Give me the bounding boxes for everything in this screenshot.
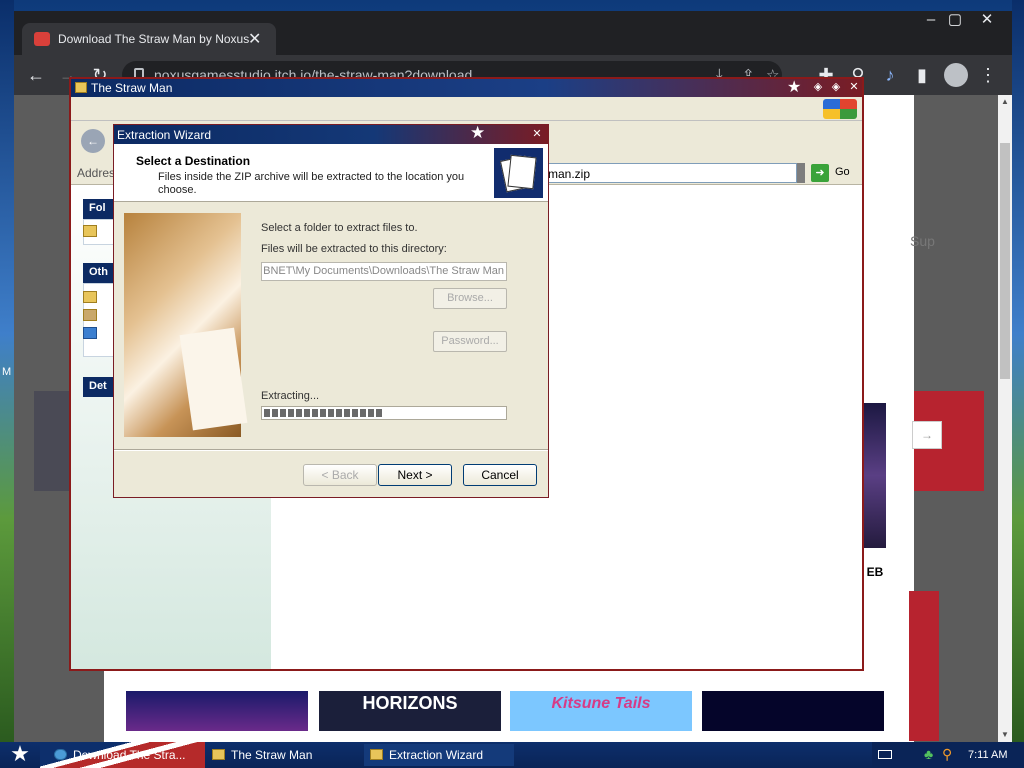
window-close-icon[interactable]: ✕: [972, 11, 1002, 29]
wizard-image-paper: [179, 327, 248, 431]
maximize-icon[interactable]: ▢: [940, 11, 970, 29]
taskbox-header[interactable]: Det: [83, 377, 115, 397]
page-next-arrow-icon[interactable]: →: [912, 421, 942, 449]
wizard-heading: Select a Destination: [136, 154, 251, 168]
directory-label: Files will be extracted to this director…: [261, 243, 447, 255]
page-scrollbar[interactable]: ▲ ▼: [998, 95, 1012, 742]
wizard-header: Select a Destination Files inside the ZI…: [114, 144, 548, 202]
system-tray: ♣ ⚲ 7:11 AM: [872, 742, 1024, 768]
network-icon[interactable]: [83, 327, 97, 339]
folder-icon[interactable]: [83, 291, 97, 303]
scroll-up-arrow-icon[interactable]: ▲: [998, 95, 1012, 109]
start-star-icon[interactable]: ★: [0, 742, 40, 768]
game-card[interactable]: [126, 691, 308, 731]
page-badge: EB: [860, 563, 890, 581]
extraction-progress-bar: [261, 406, 507, 420]
browser-tab[interactable]: Download The Straw Man by Noxus ✕: [22, 23, 276, 55]
tab-title: Download The Straw Man by Noxus: [58, 32, 250, 46]
go-button[interactable]: Go: [835, 166, 850, 178]
tab-strip: Download The Straw Man by Noxus ✕ – ▢ ✕: [14, 11, 1012, 55]
game-cover-image[interactable]: [862, 403, 886, 548]
folder-icon: [75, 82, 87, 93]
maximize-icon[interactable]: ◈: [829, 80, 843, 94]
instruction-text: Select a folder to extract files to.: [261, 222, 418, 234]
folder-icon[interactable]: [83, 225, 97, 237]
folder-icon: [212, 749, 225, 760]
page-snippet-text: Sup: [910, 233, 935, 249]
wizard-title: Extraction Wizard: [117, 128, 212, 142]
password-button[interactable]: Password...: [433, 331, 507, 352]
cancel-button[interactable]: Cancel: [463, 464, 537, 486]
scroll-down-arrow-icon[interactable]: ▼: [998, 728, 1012, 742]
extraction-wizard-dialog: Extraction Wizard ★ ✕ Select a Destinati…: [113, 123, 549, 498]
network-tray-icon[interactable]: ♣: [924, 746, 933, 762]
back-icon[interactable]: ←: [81, 129, 105, 153]
back-button[interactable]: < Back: [303, 464, 377, 486]
next-button[interactable]: Next >: [378, 464, 452, 486]
itch-favicon-icon: [34, 32, 50, 46]
menu-kebab-icon[interactable]: ⋮: [976, 63, 1000, 87]
game-card[interactable]: [702, 691, 884, 731]
browse-button[interactable]: Browse...: [433, 288, 507, 309]
taskbar-item-browser[interactable]: Download The Stra...: [48, 744, 198, 766]
desktop-edge-letter: M: [2, 366, 12, 378]
folder-icon: [370, 749, 383, 760]
progress-fill: [264, 409, 384, 417]
taskbar: ★ Download The Stra... The Straw Man Ext…: [0, 742, 1024, 768]
profile-avatar-icon[interactable]: [944, 63, 968, 87]
page-accent-block: [909, 591, 939, 741]
side-panel-icon[interactable]: ▮: [910, 63, 934, 87]
star-icon: ★: [470, 123, 486, 142]
back-arrow-icon[interactable]: ←: [24, 63, 48, 87]
explorer-titlebar[interactable]: The Straw Man ★ ◈ ◈ ✕: [71, 79, 862, 97]
desktop-edge-right: [1012, 0, 1024, 742]
tab-close-icon[interactable]: ✕: [248, 29, 261, 49]
go-arrow-icon[interactable]: ➜: [811, 164, 829, 182]
explorer-title: The Straw Man: [91, 81, 173, 95]
browser-icon: [54, 749, 67, 760]
windows-logo-icon: [823, 99, 857, 119]
zip-folder-icon: [494, 148, 543, 198]
extracting-status: Extracting...: [261, 390, 320, 402]
address-input[interactable]: man.zip: [541, 163, 797, 183]
close-icon[interactable]: ✕: [530, 127, 544, 141]
scrollbar-thumb[interactable]: [1000, 143, 1010, 379]
wizard-subheading: Files inside the ZIP archive will be ext…: [158, 171, 465, 196]
minimize-icon[interactable]: ◈: [811, 80, 825, 94]
star-icon: ★: [787, 79, 802, 96]
taskbox-header[interactable]: Fol: [83, 199, 115, 219]
zip-folder-icon-page: [507, 154, 537, 190]
taskbar-item-extraction-wizard[interactable]: Extraction Wizard: [364, 744, 514, 766]
close-icon[interactable]: ✕: [847, 80, 861, 94]
address-dropdown[interactable]: [797, 163, 805, 183]
destination-field[interactable]: BNET\My Documents\Downloads\The Straw Ma…: [261, 262, 507, 281]
wizard-titlebar[interactable]: Extraction Wizard ★ ✕: [114, 123, 548, 144]
media-note-icon[interactable]: ♪: [878, 63, 902, 87]
taskbar-item-straw-man[interactable]: The Straw Man: [206, 744, 356, 766]
documents-icon[interactable]: [83, 309, 97, 321]
explorer-menubar: [71, 97, 862, 121]
clock[interactable]: 7:11 AM: [968, 749, 1008, 761]
wizard-side-image: [124, 213, 248, 437]
wizard-separator: [114, 449, 548, 451]
game-card[interactable]: Kitsune Tails: [510, 691, 692, 731]
search-tray-icon[interactable]: ⚲: [942, 746, 952, 763]
keyboard-icon[interactable]: [878, 750, 892, 759]
game-card[interactable]: HORIZONS: [319, 691, 501, 731]
taskbox-header[interactable]: Oth: [83, 263, 115, 283]
